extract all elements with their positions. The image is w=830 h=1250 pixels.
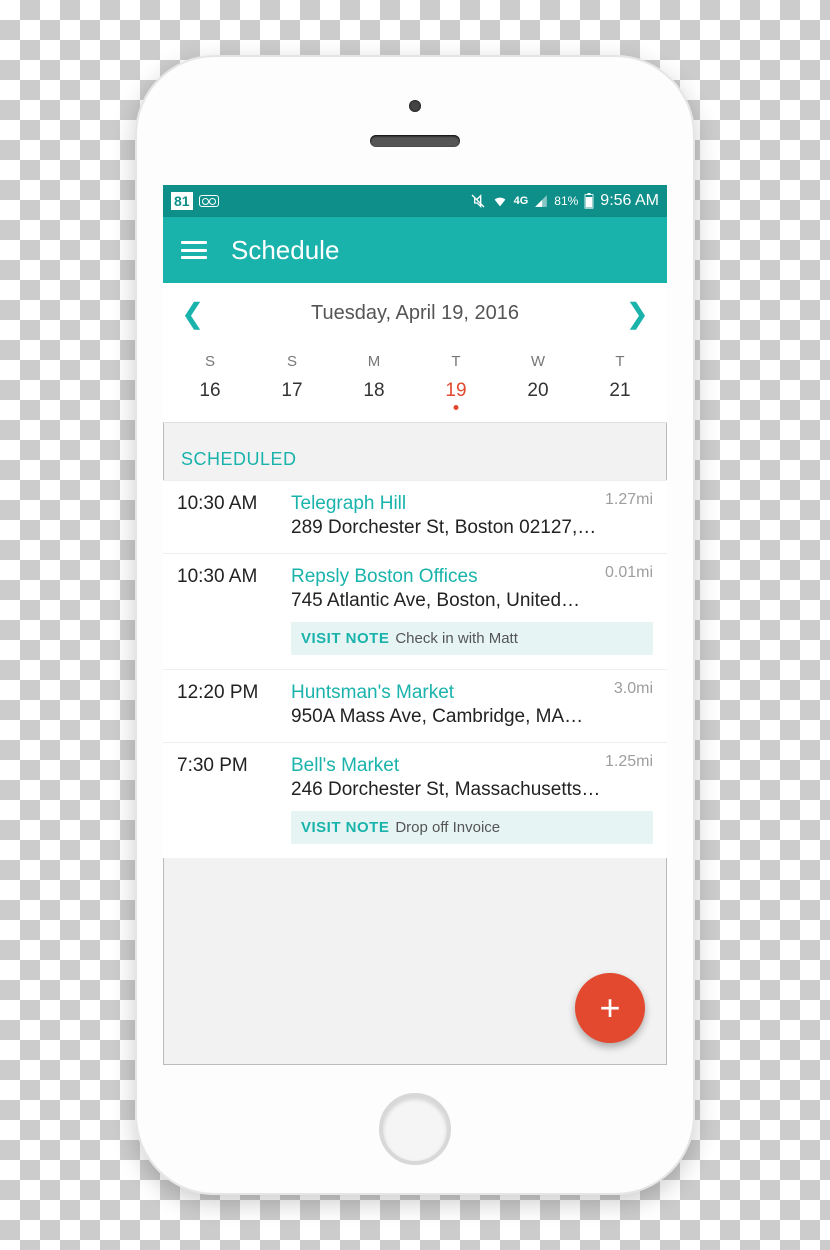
visit-note: VISIT NOTE Check in with Matt — [291, 622, 653, 655]
status-bar: 81 4G 81% 9:56 AM — [163, 185, 667, 217]
item-time: 7:30 PM — [177, 755, 273, 777]
voicemail-icon — [199, 195, 219, 207]
plus-icon: + — [599, 987, 620, 1029]
visit-note: VISIT NOTE Drop off Invoice — [291, 811, 653, 844]
item-address: 246 Dorchester St, Massachusetts… — [291, 779, 653, 801]
signal-icon — [534, 194, 548, 208]
week-day-number[interactable]: 20 — [497, 374, 579, 408]
item-time: 12:20 PM — [177, 682, 273, 704]
schedule-item[interactable]: 1.27mi 10:30 AM Telegraph Hill289 Dorchest… — [163, 480, 667, 553]
week-day-number[interactable]: 18 — [333, 374, 415, 408]
status-time: 9:56 AM — [600, 192, 659, 210]
network-label: 4G — [514, 195, 529, 207]
prev-day-button[interactable]: ❮ — [181, 297, 204, 330]
week-day-number[interactable]: 17 — [251, 374, 333, 408]
item-title: Bell's Market — [291, 755, 653, 777]
section-header-scheduled: SCHEDULED — [163, 423, 667, 480]
date-nav: ❮ Tuesday, April 19, 2016 ❯ — [163, 283, 667, 343]
distance-label: 1.25mi — [605, 753, 653, 771]
current-date-label: Tuesday, April 19, 2016 — [311, 302, 519, 325]
week-strip: SSMTWT161718192021 — [163, 343, 667, 423]
schedule-item[interactable]: 3.0mi 12:20 PM Huntsman's Market950A Mass … — [163, 669, 667, 742]
item-address: 745 Atlantic Ave, Boston, United… — [291, 590, 653, 612]
item-time: 10:30 AM — [177, 493, 273, 515]
schedule-item[interactable]: 0.01mi 10:30 AM Repsly Boston Offices745 A… — [163, 553, 667, 669]
mute-icon — [470, 193, 486, 209]
visit-note-prefix: VISIT NOTE — [301, 819, 389, 836]
week-day-number[interactable]: 19 — [415, 374, 497, 408]
week-day-label: S — [169, 349, 251, 374]
schedule-item[interactable]: 1.25mi 7:30 PM Bell's Market246 Dorchester… — [163, 742, 667, 858]
notification-count-badge: 81 — [171, 192, 193, 210]
week-day-number[interactable]: 16 — [169, 374, 251, 408]
page-title: Schedule — [231, 235, 339, 266]
battery-icon — [584, 193, 594, 209]
distance-label: 1.27mi — [605, 491, 653, 509]
distance-label: 0.01mi — [605, 564, 653, 582]
visit-note-text: Drop off Invoice — [395, 819, 500, 836]
phone-frame: 81 4G 81% 9:56 AM — [135, 55, 695, 1195]
home-button[interactable] — [379, 1093, 451, 1165]
week-day-label: M — [333, 349, 415, 374]
add-button[interactable]: + — [575, 973, 645, 1043]
item-address: 950A Mass Ave, Cambridge, MA… — [291, 706, 653, 728]
wifi-icon — [492, 193, 508, 209]
visit-note-prefix: VISIT NOTE — [301, 630, 389, 647]
week-day-number[interactable]: 21 — [579, 374, 661, 408]
item-title: Telegraph Hill — [291, 493, 653, 515]
app-bar: Schedule — [163, 217, 667, 283]
week-day-label: S — [251, 349, 333, 374]
battery-pct: 81% — [554, 194, 578, 208]
schedule-list: 1.27mi 10:30 AM Telegraph Hill289 Dorchest… — [163, 480, 667, 858]
visit-note-text: Check in with Matt — [395, 630, 518, 647]
week-day-label: T — [579, 349, 661, 374]
app-screen: 81 4G 81% 9:56 AM — [163, 185, 667, 1065]
item-title: Huntsman's Market — [291, 682, 653, 704]
item-address: 289 Dorchester St, Boston 02127,… — [291, 517, 653, 539]
item-time: 10:30 AM — [177, 566, 273, 588]
next-day-button[interactable]: ❯ — [626, 297, 649, 330]
week-day-label: T — [415, 349, 497, 374]
menu-icon[interactable] — [181, 241, 207, 259]
phone-speaker — [370, 135, 460, 147]
distance-label: 3.0mi — [614, 680, 653, 698]
week-day-label: W — [497, 349, 579, 374]
item-title: Repsly Boston Offices — [291, 566, 653, 588]
phone-camera — [409, 100, 421, 112]
